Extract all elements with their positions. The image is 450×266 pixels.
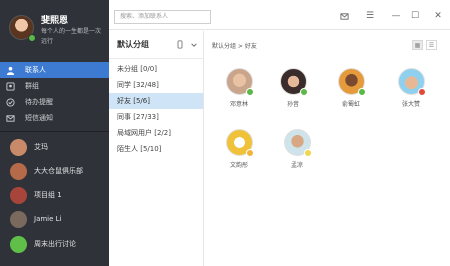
profile-motto: 每个人的一生都是一次远行 — [41, 28, 102, 45]
session-item[interactable]: 周末出行讨论 — [0, 233, 109, 255]
avatar — [10, 138, 27, 156]
profile-card: 斐熙恩 每个人的一生都是一次远行 — [0, 0, 109, 58]
contact-name: 俞蜀虹 — [341, 101, 360, 108]
menu-icon[interactable]: ☰ — [363, 9, 377, 23]
chevron-down-icon[interactable] — [189, 40, 198, 49]
profile-name: 斐熙恩 — [41, 16, 69, 26]
online-status-icon[interactable] — [28, 34, 36, 42]
session-label: 项目组 1 — [34, 191, 62, 199]
session-item[interactable]: 项目组 1 — [0, 184, 109, 206]
session-label: 艾玛 — [34, 143, 48, 151]
contact-card[interactable]: 文韵彤 — [219, 129, 259, 189]
check-circle-icon — [5, 97, 15, 107]
session-label: 大大仓鼠俱乐部 — [34, 167, 83, 175]
contact-card[interactable]: 孟凉 — [277, 129, 317, 189]
contacts-panel: 默认分组 > 好友 ▦ ☰ 邓意林 孙音 俞蜀虹 张大赞 文韵彤 孟凉 — [205, 31, 450, 266]
close-icon[interactable]: ✕ — [431, 9, 445, 23]
mail-icon[interactable] — [337, 9, 351, 23]
message-icon — [5, 113, 15, 123]
nav-item-label: 短信通知 — [25, 114, 53, 122]
nav-item-groups[interactable]: 群组 — [0, 78, 109, 94]
status-badge — [300, 88, 308, 96]
group-item[interactable]: 同学 [32/48] — [109, 77, 203, 93]
status-badge — [418, 88, 426, 96]
session-item[interactable]: Jamie Li — [0, 208, 109, 230]
avatar — [10, 186, 27, 204]
nav-item-label: 待办提醒 — [25, 98, 53, 106]
person-icon — [5, 65, 15, 75]
contact-name: 邓意林 — [229, 101, 248, 108]
group-item[interactable]: 局域网用户 [2/2] — [109, 125, 203, 141]
group-list: 未分组 [0/0] 同学 [32/48] 好友 [5/6] 同事 [27/33]… — [109, 61, 203, 157]
grid-view-icon[interactable]: ▦ — [412, 40, 423, 50]
status-badge — [358, 88, 366, 96]
status-badge — [304, 149, 312, 157]
maximize-icon[interactable]: ☐ — [408, 9, 422, 23]
divider — [0, 131, 109, 132]
group-item[interactable]: 好友 [5/6] — [109, 93, 203, 109]
session-label: 周末出行讨论 — [34, 240, 76, 248]
group-item[interactable]: 未分组 [0/0] — [109, 61, 203, 77]
phone-icon[interactable] — [175, 40, 184, 49]
session-item[interactable]: 艾玛 — [0, 136, 109, 158]
contact-card[interactable]: 张大赞 — [391, 68, 431, 128]
contact-name: 张大赞 — [401, 101, 420, 108]
nav-item-reminders[interactable]: 待办提醒 — [0, 94, 109, 110]
session-label: Jamie Li — [34, 215, 62, 223]
contact-name: 文韵彤 — [229, 162, 248, 169]
nav-item-sms[interactable]: 短信通知 — [0, 110, 109, 126]
top-bar: 搜索、添加联系人 ☰ — ☐ ✕ — [109, 0, 450, 30]
contact-card[interactable]: 俞蜀虹 — [331, 68, 371, 128]
group-header: 默认分组 — [109, 31, 203, 59]
nav-menu: 联系人 群组 待办提醒 短信通知 — [0, 62, 109, 126]
group-item[interactable]: 同事 [27/33] — [109, 109, 203, 125]
avatar — [10, 210, 27, 228]
group-header-title: 默认分组 — [117, 40, 149, 49]
status-badge — [246, 149, 254, 157]
contact-card[interactable]: 孙音 — [273, 68, 313, 128]
group-item[interactable]: 陌生人 [5/10] — [109, 141, 203, 157]
search-input[interactable]: 搜索、添加联系人 — [114, 10, 211, 24]
contact-name: 孙音 — [286, 101, 299, 108]
nav-item-contacts[interactable]: 联系人 — [0, 62, 109, 78]
nav-item-label: 联系人 — [25, 66, 46, 74]
sidebar: 斐熙恩 每个人的一生都是一次远行 联系人 群组 待办提醒 短信通知 艾玛 大大仓… — [0, 0, 109, 266]
nav-item-label: 群组 — [25, 82, 39, 90]
list-view-icon[interactable]: ☰ — [426, 40, 437, 50]
contact-name: 孟凉 — [290, 162, 303, 169]
group-icon — [5, 81, 15, 91]
group-list-panel: 默认分组 未分组 [0/0] 同学 [32/48] 好友 [5/6] 同事 [2… — [109, 31, 204, 266]
avatar — [10, 235, 27, 253]
session-item[interactable]: 大大仓鼠俱乐部 — [0, 160, 109, 182]
status-badge — [246, 88, 254, 96]
contact-card[interactable]: 邓意林 — [219, 68, 259, 128]
breadcrumb: 默认分组 > 好友 — [212, 43, 257, 50]
avatar — [10, 162, 27, 180]
minimize-icon[interactable]: — — [389, 9, 403, 23]
